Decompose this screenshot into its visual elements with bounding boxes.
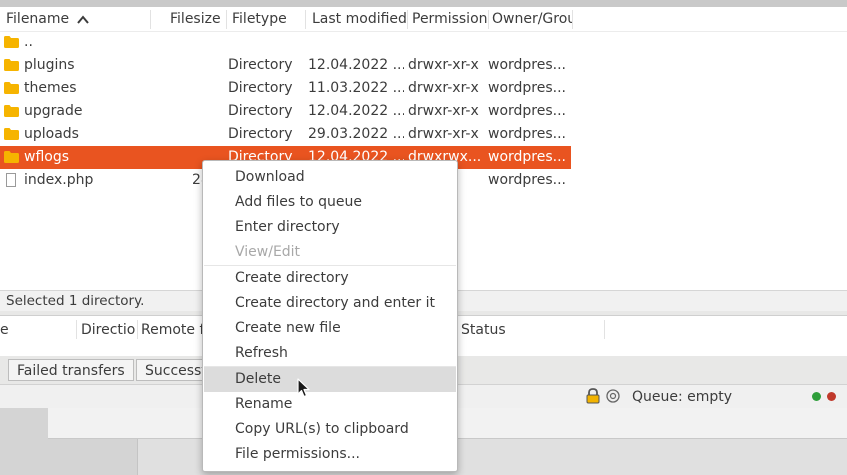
sort-ascending-icon xyxy=(77,15,89,24)
column-filename[interactable]: Filename xyxy=(6,7,146,31)
tab-failed-transfers[interactable]: Failed transfers xyxy=(8,359,134,381)
menu-item-view-edit: View/Edit xyxy=(235,244,301,260)
file-owner: wordpres... xyxy=(488,126,567,142)
file-owner: wordpres... xyxy=(488,149,567,165)
menu-item-refresh[interactable]: Refresh xyxy=(204,341,456,366)
folder-icon xyxy=(4,151,19,163)
file-type: Directory xyxy=(228,57,293,73)
queue-status-text: Queue: empty xyxy=(632,389,733,405)
file-type: Directory xyxy=(228,126,293,142)
column-divider[interactable] xyxy=(488,10,489,29)
folder-icon xyxy=(4,82,19,94)
menu-item-download[interactable]: Download xyxy=(204,165,456,190)
column-last-modified[interactable]: Last modified xyxy=(312,7,408,31)
folder-icon xyxy=(4,105,19,117)
menu-item-delete[interactable]: Delete xyxy=(204,367,456,392)
column-filesize[interactable]: Filesize xyxy=(170,7,224,31)
file-owner: wordpres... xyxy=(488,57,567,73)
folder-icon xyxy=(4,128,19,140)
file-type: Directory xyxy=(228,80,293,96)
tab-successful-transfers[interactable]: Successf xyxy=(136,359,206,381)
column-filename-label: Filename xyxy=(6,11,70,27)
file-owner: wordpres... xyxy=(488,103,567,119)
file-type: Directory xyxy=(228,103,293,119)
column-owner-group[interactable]: Owner/Grou xyxy=(492,7,572,31)
file-row-parent[interactable]: .. xyxy=(0,31,571,54)
file-row[interactable]: upgrade Directory 12.04.2022 ... drwxr-x… xyxy=(0,100,571,123)
file-permission: drwxr-xr-x xyxy=(408,126,479,142)
file-modified: 29.03.2022 ... xyxy=(308,126,404,142)
column-divider[interactable] xyxy=(572,10,573,29)
file-name: wflogs xyxy=(24,149,70,165)
menu-item-create-file[interactable]: Create new file xyxy=(204,316,456,341)
receive-led-icon xyxy=(827,392,836,401)
file-name: themes xyxy=(24,80,77,96)
column-divider[interactable] xyxy=(76,320,77,339)
lock-icon xyxy=(586,388,600,404)
file-name: index.php xyxy=(24,172,94,188)
file-name: uploads xyxy=(24,126,79,142)
column-remote-file[interactable]: Remote f xyxy=(141,319,203,341)
menu-item-create-directory[interactable]: Create directory xyxy=(204,266,456,291)
selection-status-text: Selected 1 directory. xyxy=(6,293,145,309)
column-divider[interactable] xyxy=(604,320,605,339)
column-divider[interactable] xyxy=(305,10,306,29)
context-menu: Download Add files to queue Enter direct… xyxy=(202,160,458,472)
mouse-cursor-icon xyxy=(297,378,310,398)
file-modified: 12.04.2022 ... xyxy=(308,57,404,73)
column-status[interactable]: Status xyxy=(461,319,601,341)
menu-item-file-permissions[interactable]: File permissions... xyxy=(204,442,456,467)
menu-item-enter-directory[interactable]: Enter directory xyxy=(204,215,456,240)
menu-item-create-directory-enter[interactable]: Create directory and enter it xyxy=(204,291,456,316)
file-permission: drwxr-xr-x xyxy=(408,57,479,73)
menu-item-add-to-queue[interactable]: Add files to queue xyxy=(204,190,456,215)
speed-limit-icon[interactable] xyxy=(606,389,620,403)
column-divider[interactable] xyxy=(150,10,151,29)
column-direction[interactable]: Directio xyxy=(81,319,137,341)
file-permission: drwxr-xr-x xyxy=(408,80,479,96)
window-top-edge xyxy=(0,0,847,7)
folder-icon xyxy=(4,36,19,48)
file-icon xyxy=(6,173,16,187)
column-divider[interactable] xyxy=(137,320,138,339)
file-name: plugins xyxy=(24,57,75,73)
send-led-icon xyxy=(812,392,821,401)
column-filetype[interactable]: Filetype xyxy=(232,7,302,31)
menu-item-rename[interactable]: Rename xyxy=(204,392,456,417)
file-owner: wordpres... xyxy=(488,80,567,96)
file-row[interactable]: uploads Directory 29.03.2022 ... drwxr-x… xyxy=(0,123,571,146)
folder-icon xyxy=(4,59,19,71)
file-row[interactable]: themes Directory 11.03.2022 ... drwxr-xr… xyxy=(0,77,571,100)
file-modified: 12.04.2022 ... xyxy=(308,103,404,119)
file-name: upgrade xyxy=(24,103,83,119)
column-permission[interactable]: Permission xyxy=(412,7,488,31)
column-divider[interactable] xyxy=(407,10,408,29)
file-name: .. xyxy=(24,34,33,50)
menu-item-copy-url[interactable]: Copy URL(s) to clipboard xyxy=(204,417,456,442)
file-owner: wordpres... xyxy=(488,172,567,188)
column-divider[interactable] xyxy=(226,10,227,29)
column-server[interactable]: e xyxy=(0,319,74,341)
file-modified: 11.03.2022 ... xyxy=(308,80,404,96)
file-permission: drwxr-xr-x xyxy=(408,103,479,119)
file-row[interactable]: plugins Directory 12.04.2022 ... drwxr-x… xyxy=(0,54,571,77)
